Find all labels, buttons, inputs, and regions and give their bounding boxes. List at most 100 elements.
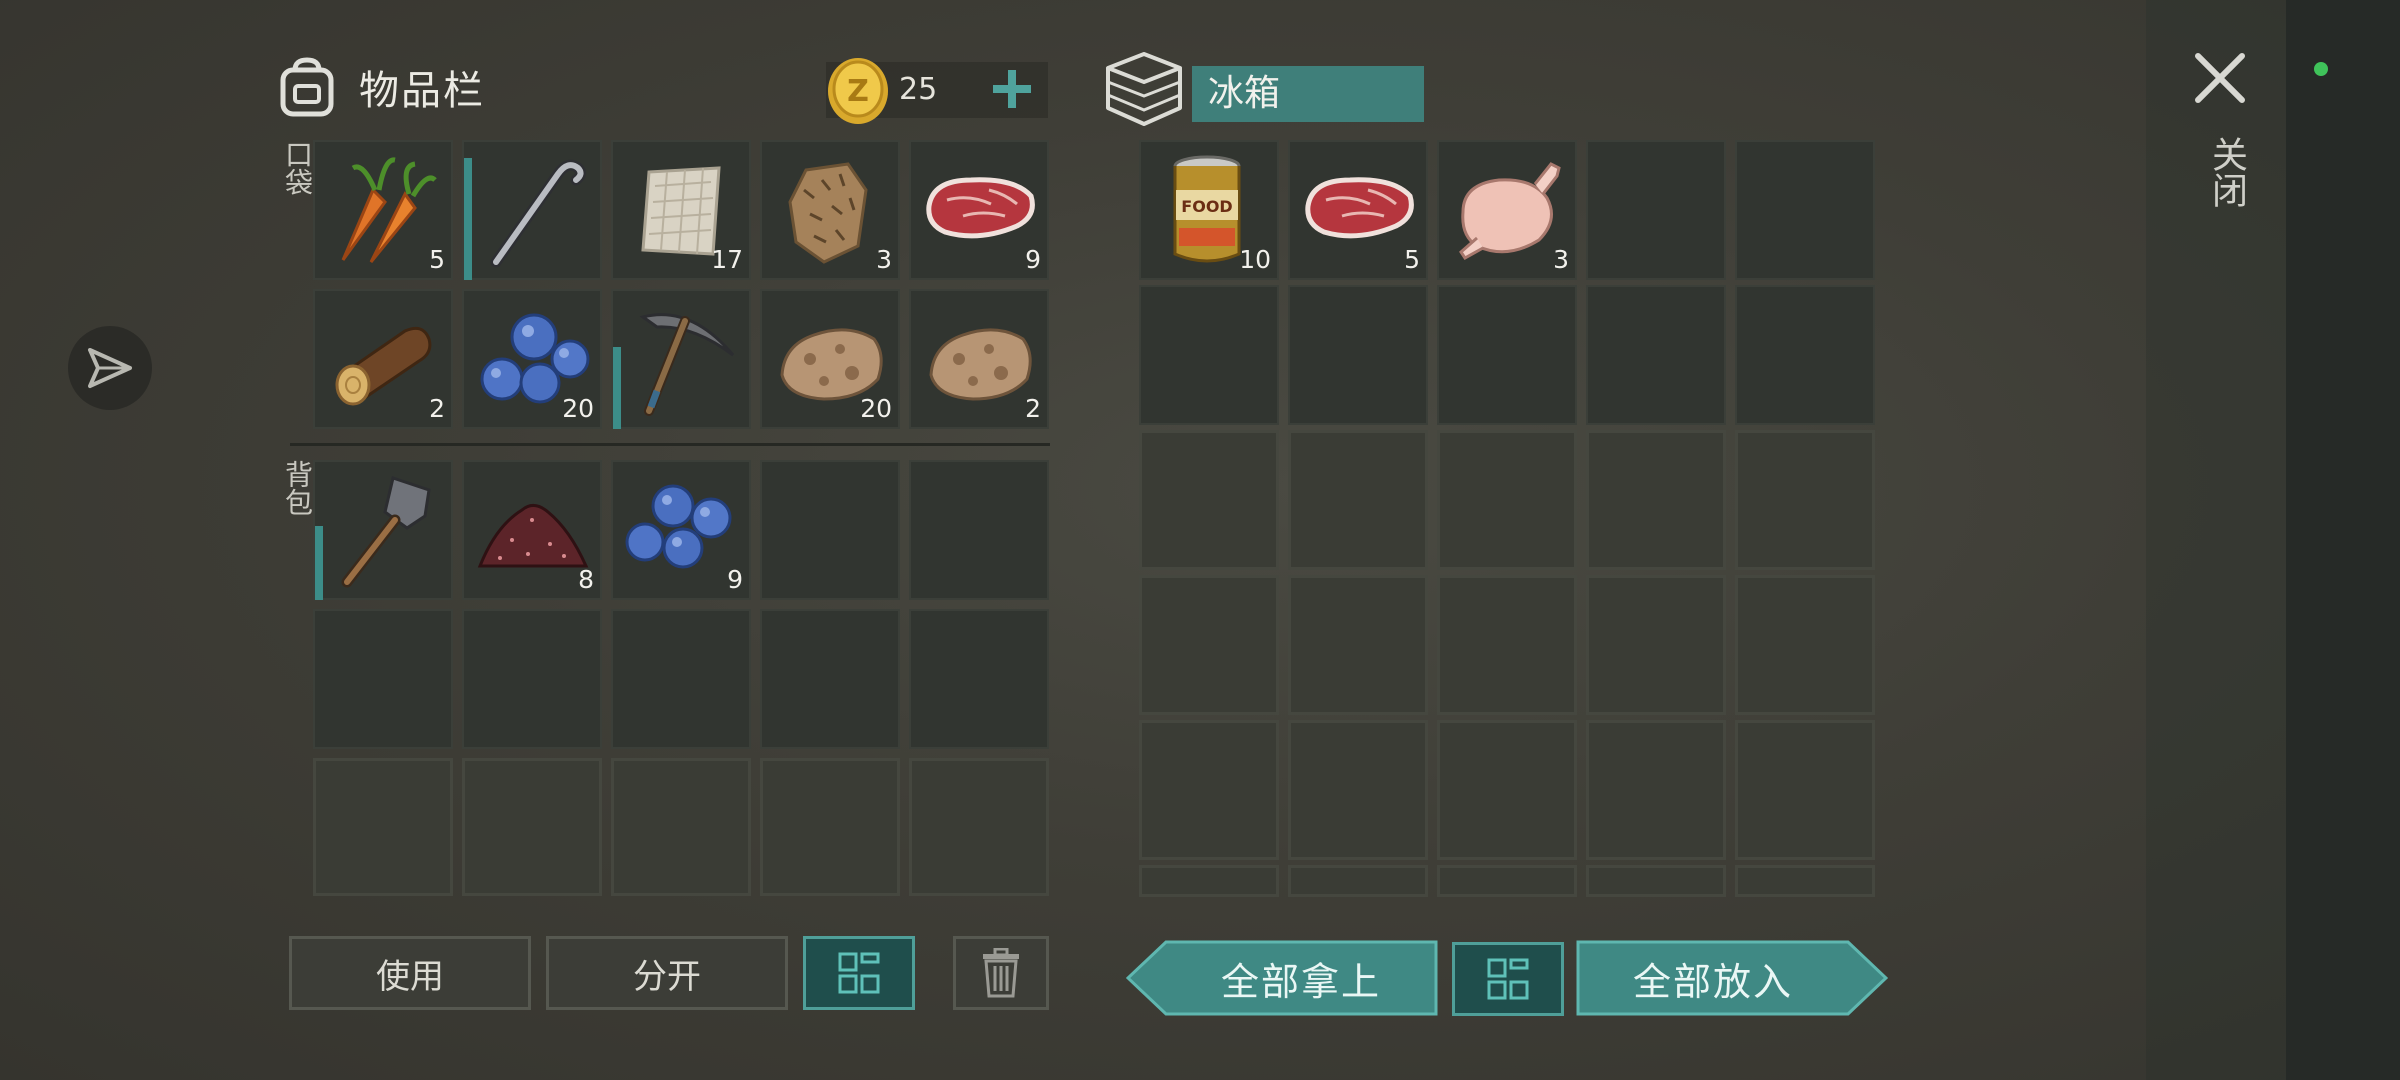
sort-button[interactable]	[803, 936, 915, 1010]
soil-pile-icon	[477, 504, 589, 568]
container-slot[interactable]	[1735, 140, 1875, 280]
locked-slot	[1586, 865, 1726, 897]
locked-slot	[1437, 430, 1577, 570]
take-all-label: 全部拿上	[1220, 959, 1381, 1004]
shovel-icon	[341, 476, 431, 588]
send-button[interactable]	[68, 326, 152, 410]
inventory-title: 物品栏	[359, 68, 485, 114]
split-button[interactable]: 分开	[546, 936, 788, 1010]
locked-slot	[1139, 720, 1279, 860]
raw-steak-icon	[926, 177, 1035, 239]
item-quantity: 2	[429, 394, 445, 423]
item-quantity: 20	[562, 394, 594, 423]
locked-slot	[462, 758, 602, 896]
locked-slot	[1437, 720, 1577, 860]
close-icon[interactable]	[2192, 50, 2248, 106]
plus-icon[interactable]	[992, 66, 1032, 112]
backpack-slot[interactable]: 9	[611, 460, 751, 600]
locked-slot	[1288, 430, 1428, 570]
locked-slot	[1586, 575, 1726, 715]
locked-slot	[1139, 575, 1279, 715]
container-slot[interactable]	[1437, 285, 1577, 425]
locked-slot	[1735, 430, 1875, 570]
container-slot[interactable]	[1586, 140, 1726, 280]
container-name: 冰箱	[1192, 66, 1424, 122]
locked-slot	[1288, 720, 1428, 860]
take-all-button[interactable]: 全部拿上	[1126, 940, 1438, 1016]
svg-text:FOOD: FOOD	[1181, 197, 1232, 216]
box-icon	[1106, 52, 1182, 126]
item-quantity: 20	[860, 394, 892, 423]
use-button[interactable]: 使用	[289, 936, 531, 1010]
backpack-slot[interactable]	[760, 609, 900, 749]
backpack-slot[interactable]	[313, 609, 453, 749]
status-indicator	[2314, 62, 2328, 76]
item-quantity: 9	[1025, 245, 1041, 274]
locked-slot	[1139, 865, 1279, 897]
item-quantity: 5	[1404, 245, 1420, 274]
backpack-label: 背包	[281, 460, 314, 516]
pocket-slot[interactable]	[462, 140, 602, 280]
pocket-label: 口袋	[281, 140, 314, 196]
container-slot[interactable]	[1586, 285, 1726, 425]
item-quantity: 3	[876, 245, 892, 274]
locked-slot	[611, 758, 751, 896]
trash-button[interactable]	[953, 936, 1049, 1010]
send-icon	[88, 348, 132, 388]
pocket-slot[interactable]: 20	[462, 289, 602, 429]
locked-slot	[1288, 865, 1428, 897]
pocket-slot[interactable]	[611, 289, 751, 429]
container-slot[interactable]: 3	[1437, 140, 1577, 280]
pocket-slot[interactable]: 3	[760, 140, 900, 280]
locked-slot	[1437, 575, 1577, 715]
container-slot[interactable]	[1735, 285, 1875, 425]
item-quantity: 2	[1025, 394, 1041, 423]
svg-text:Z: Z	[847, 74, 869, 109]
pocket-slot[interactable]: 2	[909, 289, 1049, 429]
pocket-slot[interactable]: 9	[909, 140, 1049, 280]
sort-grid-icon	[1487, 958, 1529, 1000]
pocket-slot[interactable]: 2	[313, 289, 453, 429]
locked-slot	[1735, 575, 1875, 715]
backpack-slot[interactable]	[909, 609, 1049, 749]
put-all-label: 全部放入	[1632, 959, 1793, 1004]
backpack-slot[interactable]	[760, 460, 900, 600]
backpack-slot[interactable]: 8	[462, 460, 602, 600]
container-slot[interactable]	[1288, 285, 1428, 425]
item-quantity: 17	[711, 245, 743, 274]
pocket-slot[interactable]: 17	[611, 140, 751, 280]
durability-bar	[613, 347, 621, 429]
raw-steak-icon	[1305, 177, 1414, 239]
locked-slot	[1586, 430, 1726, 570]
container-slot[interactable]: 5	[1288, 140, 1428, 280]
locked-slot	[1288, 575, 1428, 715]
inventory-header: 物品栏	[275, 56, 485, 118]
coin-icon: Z	[828, 58, 888, 124]
fur-icon	[788, 162, 868, 264]
container-slot[interactable]: FOOD 10	[1139, 140, 1279, 280]
backpack-slot[interactable]	[611, 609, 751, 749]
item-quantity: 3	[1553, 245, 1569, 274]
inventory-divider	[290, 443, 1050, 446]
put-all-button[interactable]: 全部放入	[1576, 940, 1888, 1016]
stone-icon	[929, 328, 1032, 401]
locked-slot	[760, 758, 900, 896]
backpack-slot[interactable]	[909, 460, 1049, 600]
backpack-slot[interactable]	[462, 609, 602, 749]
currency-count: 25	[899, 72, 938, 107]
sort-grid-icon	[838, 952, 880, 994]
container-slot[interactable]	[1139, 285, 1279, 425]
locked-slot	[1586, 720, 1726, 860]
log-icon	[335, 326, 432, 406]
pocket-slot[interactable]: 20	[760, 289, 900, 429]
backpack-slot[interactable]	[313, 460, 453, 600]
screen-edge	[2286, 0, 2400, 1080]
sort-container-button[interactable]	[1452, 942, 1564, 1016]
crowbar-icon	[490, 159, 587, 268]
close-label[interactable]: 关闭	[2196, 136, 2247, 208]
locked-slot	[1139, 430, 1279, 570]
pickaxe-icon	[639, 313, 735, 416]
pocket-slot[interactable]: 5	[313, 140, 453, 280]
durability-bar	[464, 158, 472, 280]
trash-icon	[983, 948, 1019, 998]
